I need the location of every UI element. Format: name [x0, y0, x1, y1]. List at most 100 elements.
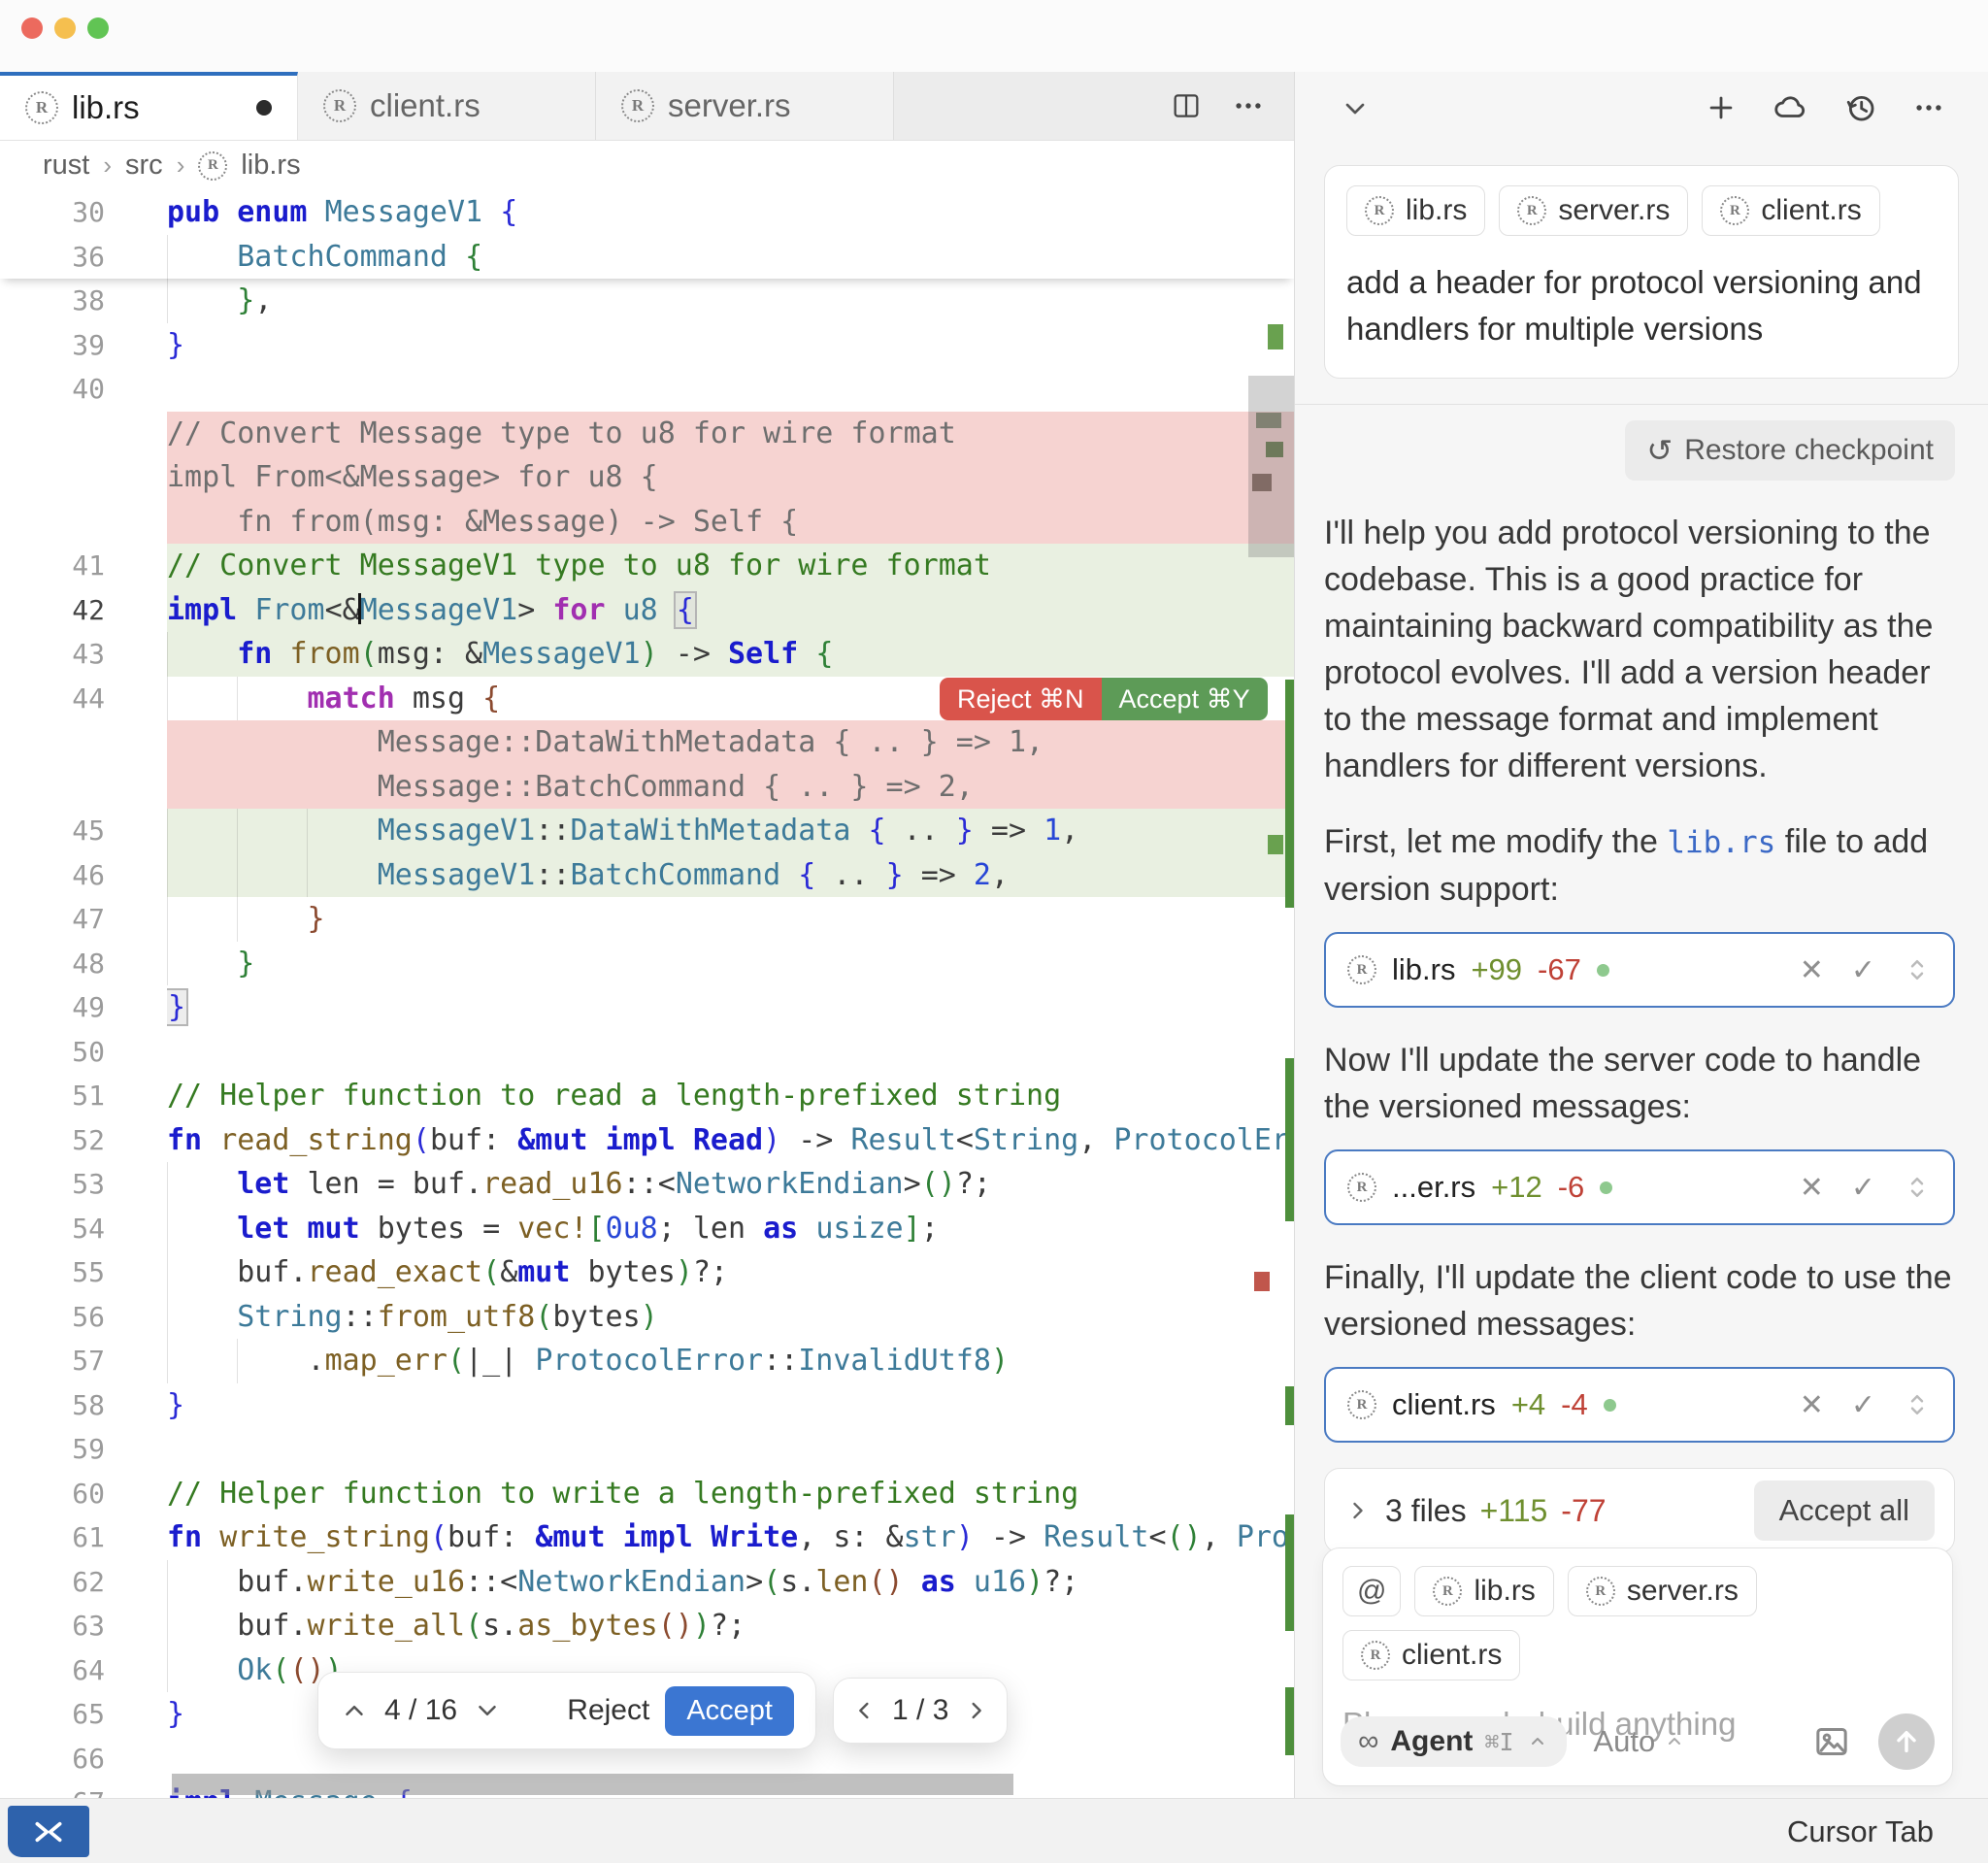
reject-file-icon[interactable]: ✕: [1800, 1388, 1824, 1422]
code-line: 38 },: [0, 279, 1294, 323]
file-chip-client.rs[interactable]: Rclient.rs: [1342, 1630, 1520, 1680]
tab-lib.rs[interactable]: Rlib.rs: [0, 72, 298, 140]
breadcrumb[interactable]: rust›src›Rlib.rs: [0, 141, 1337, 190]
accept-file-icon[interactable]: ✓: [1851, 1171, 1875, 1205]
accept-button[interactable]: Accept: [665, 1686, 794, 1736]
split-editor-icon[interactable]: [1170, 89, 1203, 122]
collapse-chat-icon[interactable]: [1340, 93, 1371, 124]
breadcrumb-item[interactable]: lib.rs: [241, 150, 300, 182]
minimap-mark: [1285, 1687, 1294, 1755]
file-diff-card-lib[interactable]: Rlib.rs+99-67✕✓: [1324, 932, 1955, 1008]
line-number: 55: [0, 1250, 167, 1295]
history-icon[interactable]: [1844, 91, 1877, 124]
total-removed: -77: [1561, 1493, 1606, 1529]
attach-image-icon[interactable]: [1812, 1722, 1851, 1761]
code-line-added: 41// Convert MessageV1 type to u8 for wi…: [0, 544, 1294, 588]
next-diff-icon[interactable]: [473, 1696, 502, 1725]
cursor-tab-status[interactable]: Cursor Tab: [1787, 1799, 1934, 1863]
line-number: 67: [0, 1780, 167, 1798]
tab-label: server.rs: [668, 87, 791, 124]
rust-file-icon: R: [323, 89, 356, 122]
file-chip-lib.rs[interactable]: Rlib.rs: [1414, 1566, 1553, 1616]
code-line: 39}: [0, 323, 1294, 368]
file-chip-label: lib.rs: [1406, 194, 1467, 227]
file-pager-counter: 1 / 3: [892, 1694, 948, 1727]
breadcrumb-item[interactable]: rust: [43, 150, 89, 182]
next-file-icon[interactable]: [962, 1697, 989, 1724]
prev-diff-icon[interactable]: [340, 1696, 369, 1725]
lines-added: +4: [1511, 1387, 1545, 1422]
file-pager-widget: 1 / 3: [833, 1678, 1008, 1744]
file-chip-lib.rs[interactable]: Rlib.rs: [1346, 185, 1485, 236]
status-bar: Cursor Tab: [0, 1798, 1988, 1863]
file-diff-card-server[interactable]: R...er.rs+12-6✕✓: [1324, 1149, 1955, 1225]
line-number: 58: [0, 1383, 167, 1428]
file-chip-label: client.rs: [1402, 1639, 1502, 1672]
code-line: 51// Helper function to read a length-pr…: [0, 1074, 1294, 1118]
line-number: [0, 765, 167, 810]
expand-diff-icon[interactable]: [1903, 1173, 1932, 1202]
rust-file-icon: R: [621, 89, 654, 122]
send-button[interactable]: [1878, 1713, 1935, 1770]
expand-files-icon[interactable]: [1344, 1497, 1372, 1524]
total-added: +115: [1480, 1493, 1548, 1529]
reject-button[interactable]: Reject: [567, 1694, 649, 1727]
new-chat-icon[interactable]: [1705, 91, 1738, 124]
chat-more-actions-icon[interactable]: [1912, 91, 1945, 124]
code-line: 63 buf.write_all(s.as_bytes())?;: [0, 1604, 1294, 1648]
line-number: 42: [0, 588, 167, 633]
reject-file-icon[interactable]: ✕: [1800, 1171, 1824, 1205]
code-line: 58}: [0, 1383, 1294, 1428]
line-number: 53: [0, 1162, 167, 1207]
line-number: 57: [0, 1339, 167, 1383]
code-editor[interactable]: 30pub enum MessageV1 {36 BatchCommand { …: [0, 190, 1294, 1798]
agent-mode-selector[interactable]: ∞ Agent ⌘I: [1341, 1716, 1567, 1767]
file-chip-server.rs[interactable]: Rserver.rs: [1499, 185, 1688, 236]
vertical-scrollbar[interactable]: [1248, 376, 1294, 557]
minimize-window-button[interactable]: [54, 17, 76, 39]
accept-file-icon[interactable]: ✓: [1851, 953, 1875, 987]
tab-client.rs[interactable]: Rclient.rs: [298, 72, 596, 140]
lines-added: +99: [1471, 952, 1522, 987]
cloud-icon[interactable]: [1773, 91, 1809, 124]
line-number: 50: [0, 1030, 167, 1075]
close-window-button[interactable]: [21, 17, 43, 39]
file-chip-label: lib.rs: [1474, 1575, 1535, 1608]
expand-diff-icon[interactable]: [1903, 955, 1932, 984]
restore-checkpoint-button[interactable]: ↺ Restore checkpoint: [1625, 420, 1955, 481]
lines-removed: -4: [1561, 1387, 1588, 1422]
file-chip-server.rs[interactable]: Rserver.rs: [1568, 1566, 1757, 1616]
add-context-button[interactable]: @: [1342, 1566, 1401, 1616]
code-line: 59: [0, 1427, 1294, 1472]
diff-file-name: client.rs: [1392, 1387, 1496, 1422]
lines-added: +12: [1491, 1170, 1542, 1205]
tab-label: lib.rs: [72, 89, 140, 126]
tab-server.rs[interactable]: Rserver.rs: [596, 72, 894, 140]
accept-all-button[interactable]: Accept all: [1754, 1480, 1935, 1541]
horizontal-scrollbar[interactable]: [172, 1774, 1013, 1795]
line-number: 65: [0, 1692, 167, 1737]
line-number: 54: [0, 1207, 167, 1251]
restore-icon: ↺: [1646, 432, 1673, 469]
expand-diff-icon[interactable]: [1903, 1390, 1932, 1419]
inline-reject-button[interactable]: Reject ⌘N: [940, 678, 1102, 720]
breadcrumb-item[interactable]: src: [125, 150, 163, 182]
inline-accept-button[interactable]: Accept ⌘Y: [1102, 678, 1268, 720]
line-number: 39: [0, 323, 167, 368]
maximize-window-button[interactable]: [87, 17, 109, 39]
accept-file-icon[interactable]: ✓: [1851, 1388, 1875, 1422]
diff-file-name: ...er.rs: [1392, 1170, 1475, 1205]
reject-file-icon[interactable]: ✕: [1800, 953, 1824, 987]
file-chip-client.rs[interactable]: Rclient.rs: [1702, 185, 1879, 236]
remote-indicator-button[interactable]: [8, 1806, 89, 1857]
file-chip-label: client.rs: [1761, 194, 1861, 227]
lines-removed: -67: [1538, 952, 1581, 987]
code-line: 52fn read_string(buf: &mut impl Read) ->…: [0, 1118, 1294, 1163]
user-message-text: add a header for protocol versioning and…: [1346, 259, 1937, 352]
prev-file-icon[interactable]: [851, 1697, 878, 1724]
file-diff-card-client[interactable]: Rclient.rs+4-4✕✓: [1324, 1367, 1955, 1443]
model-selector[interactable]: Auto: [1594, 1724, 1687, 1759]
line-number: 38: [0, 279, 167, 323]
editor-more-actions-icon[interactable]: [1232, 89, 1265, 122]
code-line-added: 42impl From<&MessageV1> for u8 {: [0, 588, 1294, 633]
